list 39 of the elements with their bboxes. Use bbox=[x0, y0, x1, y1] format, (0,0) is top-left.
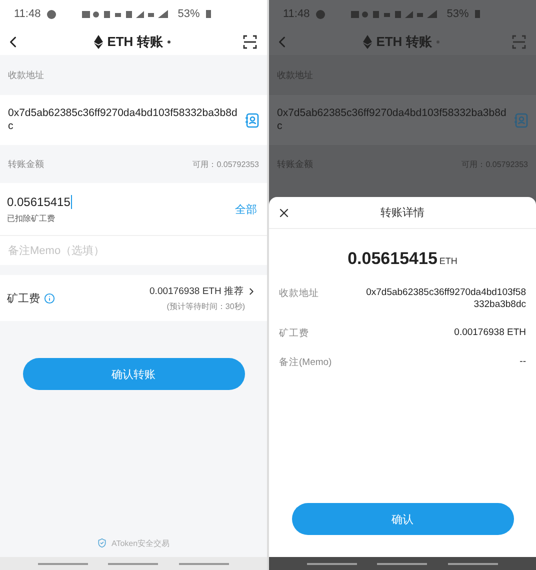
detail-value: 0.00176938 ETH bbox=[454, 327, 526, 340]
info-icon[interactable] bbox=[44, 292, 55, 304]
battery-icon bbox=[474, 10, 480, 18]
battery-percentage: 53% bbox=[178, 8, 200, 20]
detail-label: 矿工费 bbox=[279, 327, 309, 340]
scan-icon[interactable] bbox=[243, 34, 257, 48]
ethereum-icon bbox=[94, 34, 104, 48]
available-balance: 可用：0.05792353 bbox=[192, 158, 259, 170]
address-text: 0x7d5ab62385c36ff9270da4bd103f58332ba3b8dc bbox=[8, 107, 238, 133]
notification-icon bbox=[316, 10, 325, 18]
detail-label: 备注(Memo) bbox=[279, 356, 332, 369]
wait-time-text: (预计等待时间：30秒) bbox=[166, 300, 245, 312]
transfer-amount: 0.05615415 bbox=[348, 249, 438, 269]
status-time: 11:48 bbox=[283, 8, 310, 20]
battery-icon bbox=[206, 10, 211, 18]
page-title: ETH 转账 bbox=[376, 32, 432, 50]
shield-icon bbox=[97, 538, 108, 548]
detail-label: 收款地址 bbox=[279, 287, 319, 301]
fee-deducted-note: 已扣除矿工费 bbox=[7, 212, 55, 224]
ethereum-icon bbox=[363, 34, 372, 48]
sheet-title: 转账详情 bbox=[380, 206, 424, 220]
status-time: 11:48 bbox=[14, 8, 41, 20]
battery-percentage: 53% bbox=[446, 8, 469, 20]
detail-value: -- bbox=[520, 356, 526, 369]
page-title: ETH 转账 bbox=[107, 32, 163, 50]
fee-value[interactable]: 0.00176938 ETH 推荐 bbox=[150, 284, 257, 298]
detail-value: 0x7d5ab62385c36ff9270da4bd103f58332ba3b8dc bbox=[365, 287, 526, 311]
footer-text: AToken安全交易 bbox=[111, 538, 170, 548]
section-label: 收款地址 bbox=[8, 68, 44, 82]
memo-field[interactable]: 备注Memo（选填） bbox=[0, 235, 267, 265]
address-text: 0x7d5ab62385c36ff9270da4bd103f58332ba3b8dc bbox=[277, 107, 508, 133]
section-label: 转账金额 bbox=[8, 158, 44, 170]
currency-unit: ETH bbox=[439, 256, 458, 266]
fee-label: 矿工费 bbox=[7, 292, 40, 306]
contact-book-icon[interactable] bbox=[245, 112, 259, 128]
amount-input[interactable]: 0.05615415 bbox=[7, 194, 72, 208]
fee-row[interactable]: 矿工费 0.00176938 ETH 推荐 (预计等待时间：30秒) bbox=[0, 275, 267, 321]
notification-icon bbox=[46, 10, 56, 18]
dropdown-icon[interactable] bbox=[166, 40, 171, 44]
